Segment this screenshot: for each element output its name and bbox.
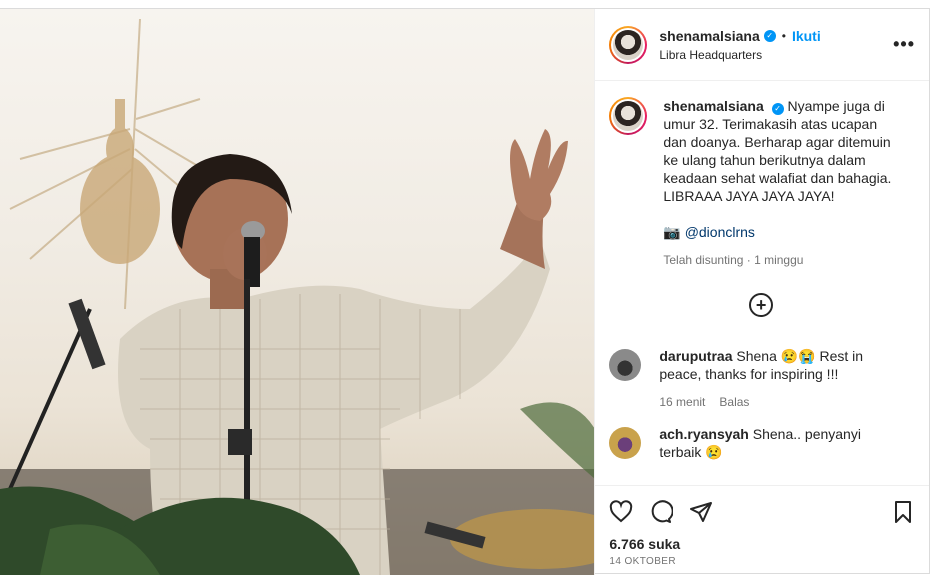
- camera-icon: 📷: [663, 224, 681, 240]
- heart-icon[interactable]: [609, 500, 633, 524]
- post-photo[interactable]: [0, 9, 595, 575]
- load-more-comments: +: [609, 293, 913, 317]
- commenter-username[interactable]: daruputraa: [659, 348, 732, 364]
- post-sidebar: shenamalsiana ✓ • Ikuti Libra Headquarte…: [594, 9, 929, 575]
- comment-item: daruputraa Shena 😢😭 Rest in peace, thank…: [609, 347, 913, 411]
- post-location[interactable]: Libra Headquarters: [659, 48, 893, 62]
- verified-badge-icon: ✓: [763, 29, 776, 42]
- author-username[interactable]: shenamalsiana: [659, 28, 759, 44]
- more-options-icon[interactable]: •••: [893, 34, 915, 55]
- singer-photo-illustration: [0, 18, 595, 575]
- post-caption: shenamalsiana ✓ Nyampe juga di umur 32. …: [609, 97, 913, 269]
- edited-timestamp: Telah disunting · 1 minggu: [663, 253, 804, 267]
- post-actions: 6.766 suka 14 OKTOBER: [595, 485, 929, 567]
- post-date: 14 OKTOBER: [609, 556, 676, 567]
- commenter-avatar[interactable]: [609, 427, 642, 459]
- separator-dot: •: [781, 28, 786, 43]
- commenter-avatar[interactable]: [609, 349, 642, 381]
- likes-count[interactable]: 6.766 suka: [609, 536, 915, 552]
- reply-button[interactable]: Balas: [719, 393, 749, 411]
- follow-button[interactable]: Ikuti: [792, 28, 821, 44]
- commenter-username[interactable]: ach.ryansyah: [659, 426, 749, 442]
- author-avatar[interactable]: [609, 25, 648, 64]
- caption-username[interactable]: shenamalsiana: [663, 98, 763, 114]
- post-header: shenamalsiana ✓ • Ikuti Libra Headquarte…: [595, 9, 929, 81]
- verified-badge-icon: ✓: [771, 103, 784, 115]
- comment-icon[interactable]: [649, 500, 674, 524]
- bookmark-icon[interactable]: [891, 500, 915, 524]
- post-modal: shenamalsiana ✓ • Ikuti Libra Headquarte…: [0, 8, 930, 575]
- caption-avatar[interactable]: [609, 97, 648, 135]
- share-icon[interactable]: [689, 500, 713, 524]
- comment-time: 16 menit: [659, 395, 706, 409]
- comments-section[interactable]: shenamalsiana ✓ Nyampe juga di umur 32. …: [595, 81, 929, 481]
- plus-circle-icon[interactable]: +: [749, 293, 774, 317]
- mention-link[interactable]: @dionclrns: [685, 224, 755, 240]
- comment-item: ach.ryansyah Shena.. penyanyi terbaik 😢: [609, 425, 913, 461]
